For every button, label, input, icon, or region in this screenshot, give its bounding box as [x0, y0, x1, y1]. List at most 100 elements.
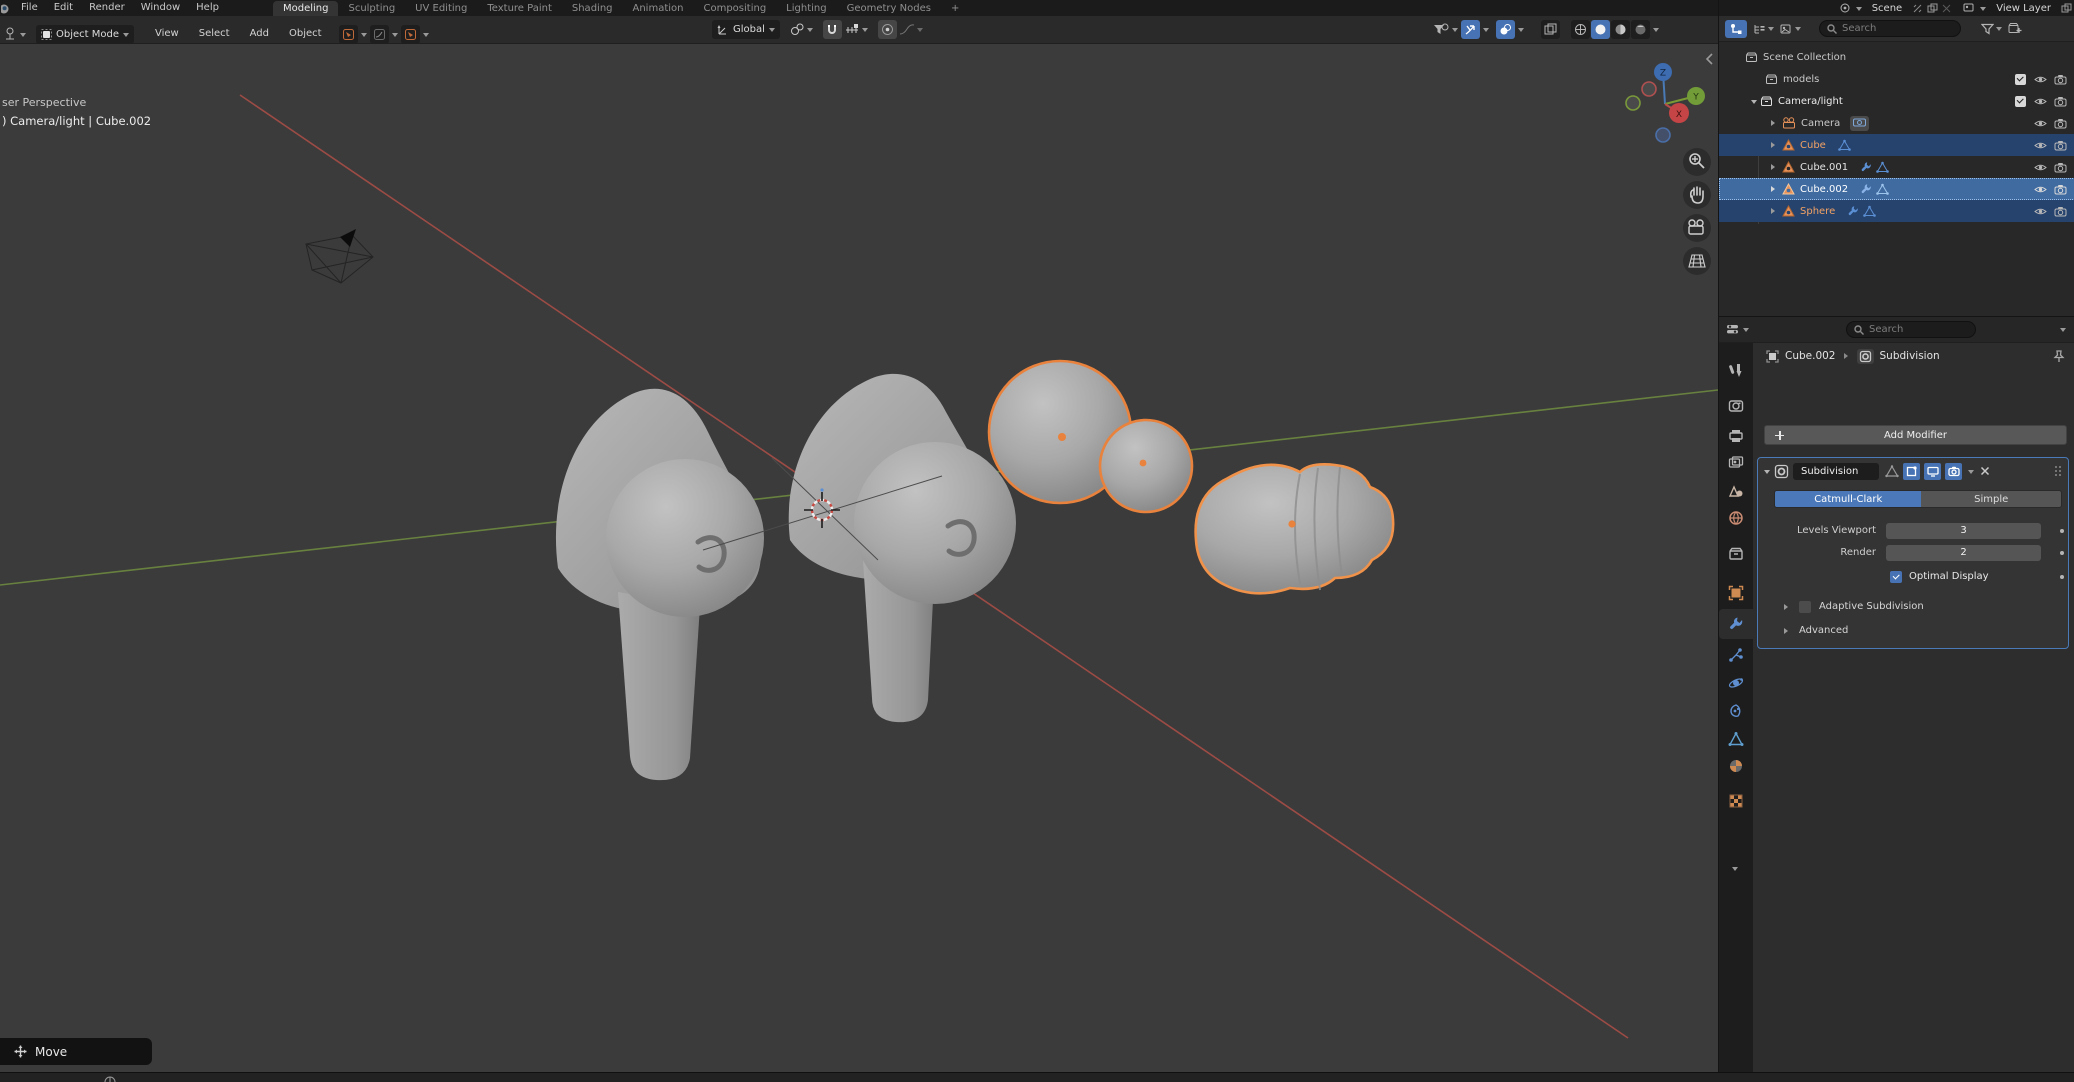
outliner-row-scene-collection[interactable]: Scene Collection	[1719, 46, 2074, 68]
collection-checkbox[interactable]	[2015, 96, 2026, 107]
mesh-data-icon[interactable]	[1838, 139, 1851, 151]
tab-shading[interactable]: Shading	[562, 1, 623, 16]
camera-visibility-icon[interactable]	[2054, 118, 2067, 129]
add-modifier-button[interactable]: Add Modifier	[1764, 425, 2067, 445]
expand-icon[interactable]	[1771, 164, 1778, 170]
tab-material[interactable]	[1728, 758, 1744, 774]
outliner-row-cube001[interactable]: Cube.001	[1719, 156, 2074, 178]
optimal-display-checkbox[interactable]	[1890, 571, 1902, 583]
chevron-down-icon[interactable]	[1856, 7, 1862, 14]
chevron-down-icon[interactable]	[862, 28, 868, 35]
modifier-wrench-icon[interactable]	[1860, 183, 1872, 195]
tab-tool[interactable]	[1728, 363, 1744, 379]
expand-icon[interactable]	[1771, 120, 1778, 126]
modifier-breadcrumb-icon[interactable]	[1857, 349, 1874, 364]
collapse-panel-icon[interactable]	[1707, 54, 1712, 64]
mesh-data-icon[interactable]	[1876, 161, 1889, 173]
snap-toggle[interactable]	[823, 20, 842, 39]
tab-lighting[interactable]: Lighting	[776, 1, 836, 16]
adaptive-checkbox[interactable]	[1799, 601, 1811, 613]
menu-window[interactable]: Window	[133, 0, 188, 16]
snap-target-icon[interactable]	[844, 23, 860, 36]
editor-divider[interactable]	[1718, 0, 1719, 1082]
proportional-editing-toggle[interactable]	[878, 20, 897, 39]
outliner-row-models[interactable]: models	[1719, 68, 2074, 90]
zoom-button[interactable]	[1683, 148, 1711, 176]
show-render-toggle[interactable]	[1945, 463, 1962, 480]
tool-fallback-button[interactable]	[370, 25, 389, 44]
tab-compositing[interactable]: Compositing	[693, 1, 776, 16]
falloff-curve-icon[interactable]	[899, 23, 915, 36]
chevron-down-icon[interactable]	[1452, 28, 1458, 35]
show-viewport-toggle[interactable]	[1924, 463, 1941, 480]
outliner-row-cube002[interactable]: Cube.002	[1719, 178, 2074, 200]
mesh-data-icon[interactable]	[1876, 183, 1889, 195]
pin-icon[interactable]	[2053, 350, 2065, 363]
modifier-name-field[interactable]: Subdivision	[1793, 463, 1879, 480]
sphere-pair-selected[interactable]	[989, 361, 1192, 512]
chevron-down-icon[interactable]	[423, 33, 429, 40]
tab-texture-paint[interactable]: Texture Paint	[477, 1, 562, 16]
outliner-display-mode[interactable]	[1753, 23, 1774, 35]
tab-particles[interactable]	[1728, 647, 1744, 663]
mesh-data-icon[interactable]	[1863, 205, 1876, 217]
menu-render[interactable]: Render	[81, 0, 133, 16]
tab-view-layer[interactable]	[1728, 455, 1744, 471]
add-workspace-button[interactable]: +	[941, 1, 969, 16]
adaptive-subdivision-row[interactable]: Adaptive Subdivision	[1758, 598, 2070, 615]
tab-texture[interactable]	[1728, 793, 1744, 809]
pivot-point-icon[interactable]	[790, 22, 805, 37]
tab-sculpting[interactable]: Sculpting	[338, 1, 405, 16]
show-cage-toggle[interactable]	[1903, 463, 1920, 480]
menu-file[interactable]: File	[13, 0, 46, 16]
outliner-row-sphere[interactable]: Sphere	[1719, 200, 2074, 222]
camera-object[interactable]	[306, 229, 373, 283]
outliner-filter-button[interactable]	[1981, 23, 2002, 35]
chevron-down-icon[interactable]	[1653, 28, 1659, 35]
camera-visibility-icon[interactable]	[2054, 96, 2067, 107]
overlays-toggle[interactable]	[1496, 20, 1515, 39]
tab-world[interactable]	[1728, 510, 1744, 526]
show-editmode-toggle[interactable]	[1885, 465, 1899, 478]
simple-button[interactable]: Simple	[1921, 491, 2061, 507]
camera-visibility-icon[interactable]	[2054, 206, 2067, 217]
camera-view-button[interactable]	[1683, 214, 1711, 242]
camera-visibility-icon[interactable]	[2054, 74, 2067, 85]
outliner-row-cube[interactable]: Cube	[1719, 134, 2074, 156]
tool-extra-button[interactable]	[401, 25, 420, 44]
drag-handle-icon[interactable]	[2054, 465, 2062, 477]
camera-data-badge[interactable]	[1850, 116, 1869, 131]
eye-icon[interactable]	[2034, 96, 2047, 107]
modifier-wrench-icon[interactable]	[1847, 205, 1859, 217]
catmull-clark-button[interactable]: Catmull-Clark	[1775, 491, 1921, 507]
tab-object[interactable]	[1728, 585, 1744, 601]
chevron-down-icon[interactable]	[1518, 28, 1524, 35]
modifier-wrench-icon[interactable]	[1860, 161, 1872, 173]
eye-icon[interactable]	[2034, 162, 2047, 173]
chevron-down-icon[interactable]	[361, 33, 367, 40]
menu-help[interactable]: Help	[188, 0, 227, 16]
shading-material-button[interactable]	[1611, 20, 1630, 39]
outliner-row-camera[interactable]: Camera	[1719, 112, 2074, 134]
expand-icon[interactable]	[1771, 208, 1778, 214]
modifier-panel-header[interactable]: Subdivision	[1758, 458, 2068, 484]
tab-uv-editing[interactable]: UV Editing	[405, 1, 477, 16]
tab-geometry-nodes[interactable]: Geometry Nodes	[837, 1, 941, 16]
tab-object-data[interactable]	[1728, 731, 1744, 747]
chevron-down-icon[interactable]	[1732, 867, 1738, 874]
levels-viewport-field[interactable]: 3	[1886, 523, 2041, 539]
orthographic-button[interactable]	[1683, 247, 1711, 275]
view-layer-name[interactable]: View Layer	[1990, 3, 2057, 14]
outliner-row-camera-light[interactable]: Camera/light	[1719, 90, 2074, 112]
eye-icon[interactable]	[2034, 118, 2047, 129]
gizmos-toggle[interactable]	[1461, 20, 1480, 39]
shading-solid-button[interactable]	[1591, 20, 1610, 39]
tab-modeling[interactable]: Modeling	[273, 1, 339, 16]
animate-dot[interactable]	[2060, 551, 2064, 555]
axis-ball-negz[interactable]	[1656, 128, 1670, 142]
close-icon[interactable]	[1980, 466, 1990, 476]
view-layer-icon[interactable]	[1963, 2, 1976, 14]
object-breadcrumb-icon[interactable]	[1766, 350, 1779, 363]
shading-rendered-button[interactable]	[1631, 20, 1650, 39]
modifier-extras-icon[interactable]	[1968, 470, 1974, 477]
